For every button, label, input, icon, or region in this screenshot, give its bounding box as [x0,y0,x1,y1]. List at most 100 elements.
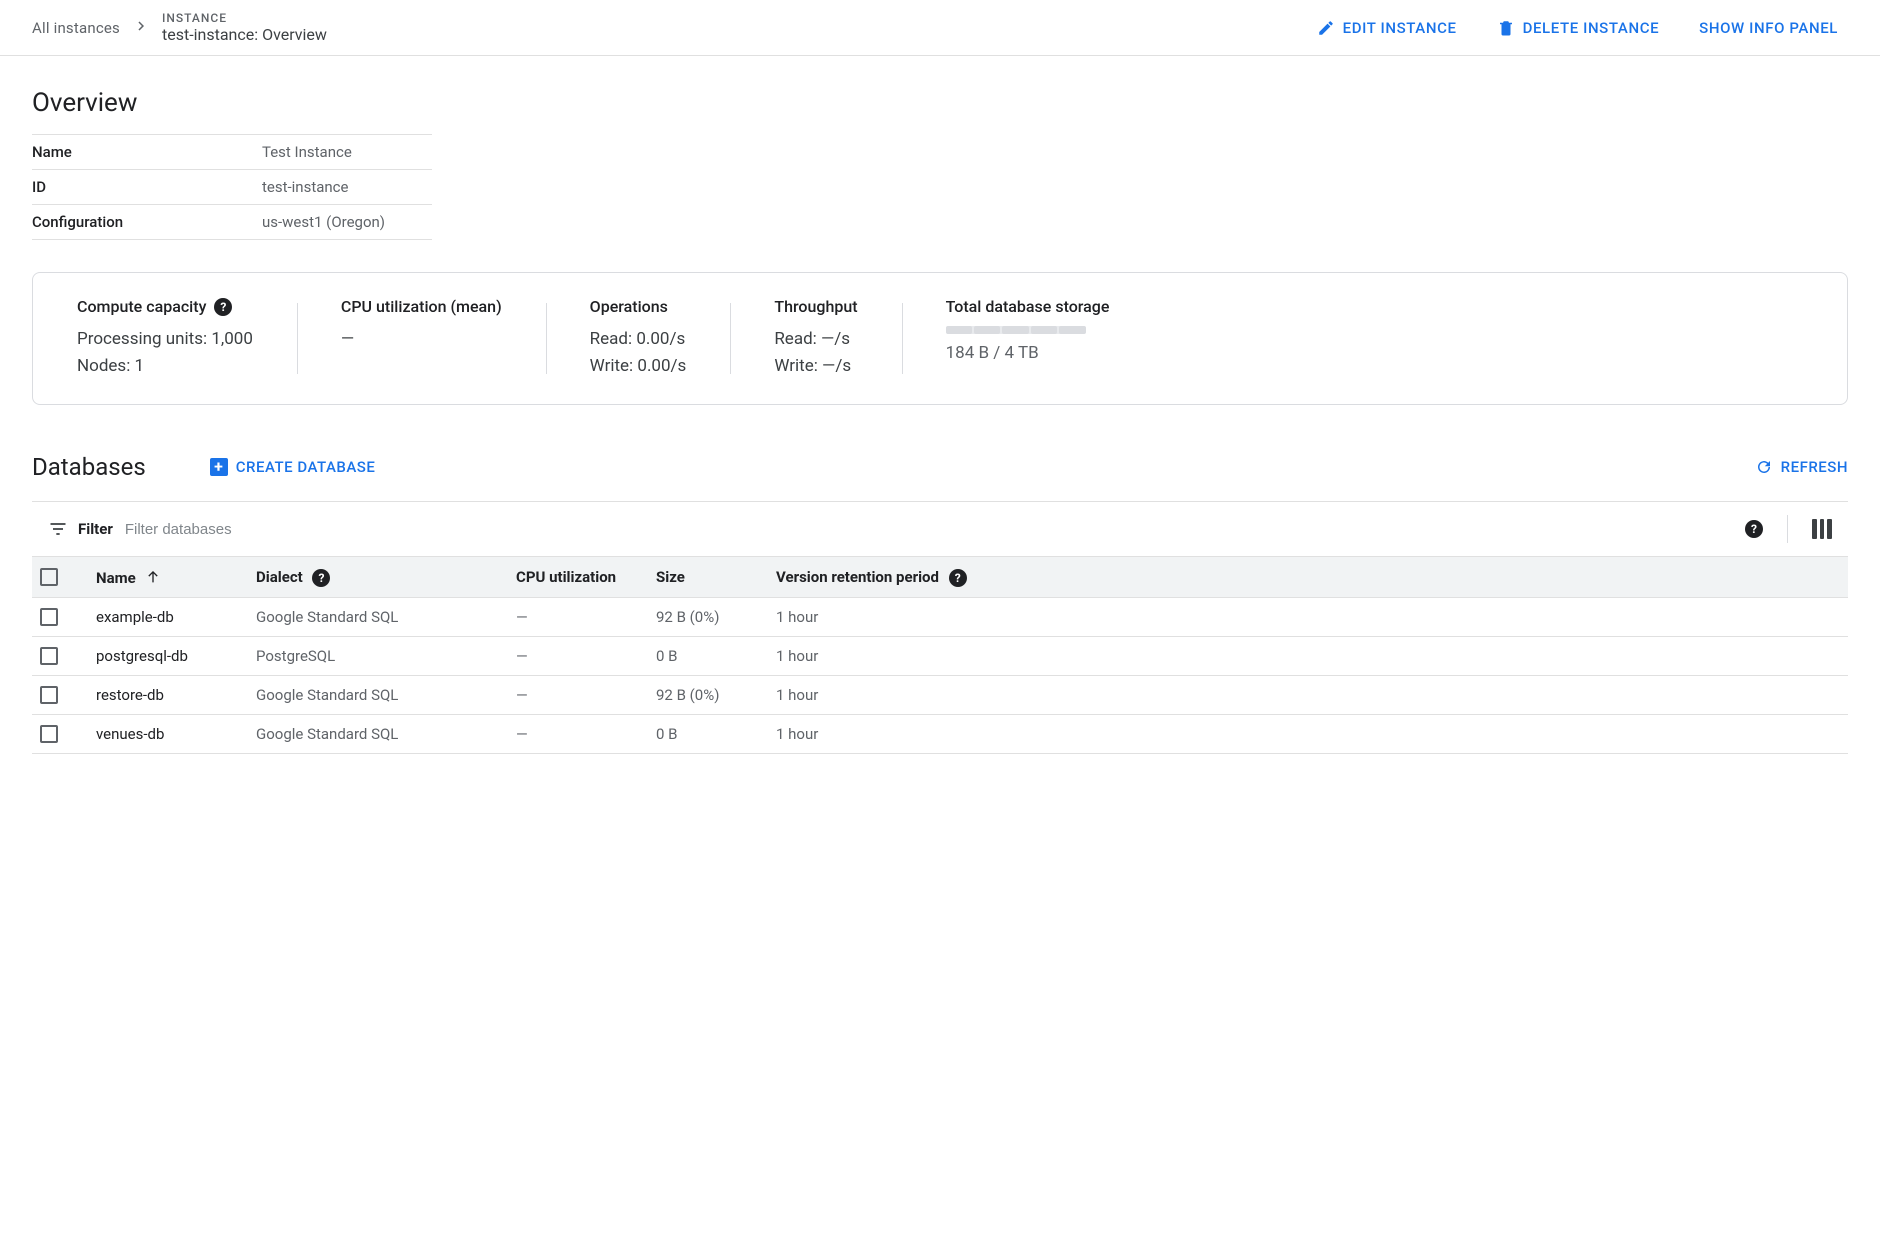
db-size: 0 B [648,637,768,676]
table-row[interactable]: venues-dbGoogle Standard SQL—0 B1 hour [32,715,1848,754]
filter-icon [48,519,68,539]
db-retention: 1 hour [768,598,1848,637]
overview-name-value: Test Instance [262,135,432,170]
db-retention: 1 hour [768,676,1848,715]
db-cpu: — [508,637,648,676]
chevron-right-icon [120,17,162,39]
overview-config-label: Configuration [32,205,262,240]
db-size: 0 B [648,715,768,754]
db-cpu: — [508,598,648,637]
storage-bar [946,326,1086,334]
stat-storage: Total database storage 184 B / 4 TB [902,297,1847,380]
refresh-label: REFRESH [1781,458,1848,476]
create-database-label: CREATE DATABASE [236,458,376,476]
row-checkbox[interactable] [40,608,58,626]
sort-asc-icon [145,569,161,589]
overview-name-label: Name [32,135,262,170]
stat-compute-capacity: Compute capacity ? Processing units: 1,0… [33,297,297,380]
col-dialect-label: Dialect [256,568,303,586]
col-cpu-label: CPU utilization [516,568,616,586]
help-icon[interactable]: ? [949,569,967,587]
col-name-label: Name [96,569,136,587]
help-icon[interactable]: ? [214,298,232,316]
table-row[interactable]: restore-dbGoogle Standard SQL—92 B (0%)1… [32,676,1848,715]
db-size: 92 B (0%) [648,676,768,715]
create-database-button[interactable]: + CREATE DATABASE [210,458,376,476]
overview-id-value: test-instance [262,170,432,205]
trash-icon [1497,19,1515,37]
filter-input[interactable] [123,520,423,539]
pencil-icon [1317,19,1335,37]
row-checkbox[interactable] [40,647,58,665]
stat-thr-read: Read: —/s [774,326,857,353]
row-checkbox[interactable] [40,725,58,743]
databases-table: Name Dialect ? CPU utilization Size Vers… [32,557,1848,754]
show-info-panel-label: SHOW INFO PANEL [1699,19,1838,37]
col-retention-label: Version retention period [776,568,939,586]
stat-thr-title: Throughput [774,297,857,316]
col-retention[interactable]: Version retention period ? [768,557,1848,598]
plus-icon: + [210,458,228,476]
stat-processing-units: Processing units: 1,000 [77,326,253,353]
help-icon[interactable]: ? [1745,520,1763,538]
overview-config-value: us-west1 (Oregon) [262,205,432,240]
db-dialect: PostgreSQL [248,637,508,676]
db-name[interactable]: example-db [88,598,248,637]
db-dialect: Google Standard SQL [248,598,508,637]
col-name[interactable]: Name [88,557,248,598]
stat-throughput: Throughput Read: —/s Write: —/s [730,297,901,380]
row-checkbox[interactable] [40,686,58,704]
db-retention: 1 hour [768,715,1848,754]
col-cpu[interactable]: CPU utilization [508,557,648,598]
stat-operations: Operations Read: 0.00/s Write: 0.00/s [546,297,731,380]
page-title: Overview [32,88,1848,118]
databases-heading: Databases [32,453,146,481]
db-size: 92 B (0%) [648,598,768,637]
col-dialect[interactable]: Dialect ? [248,557,508,598]
db-name[interactable]: postgresql-db [88,637,248,676]
overview-table: Name Test Instance ID test-instance Conf… [32,134,432,240]
stat-cpu-value: — [341,329,354,349]
stat-cpu-utilization: CPU utilization (mean) — [297,297,546,380]
delete-instance-label: DELETE INSTANCE [1523,19,1660,37]
stat-ops-title: Operations [590,297,668,316]
db-cpu: — [508,715,648,754]
show-info-panel-button[interactable]: SHOW INFO PANEL [1689,11,1848,45]
stat-compute-title: Compute capacity [77,297,206,316]
stat-storage-title: Total database storage [946,297,1110,316]
stat-ops-read: Read: 0.00/s [590,326,687,353]
breadcrumb-title: test-instance: Overview [162,25,327,44]
breadcrumb-eyebrow: INSTANCE [162,11,327,25]
stat-thr-write: Write: —/s [774,353,857,380]
col-size[interactable]: Size [648,557,768,598]
overview-id-label: ID [32,170,262,205]
refresh-button[interactable]: REFRESH [1755,458,1848,476]
help-icon[interactable]: ? [312,569,330,587]
breadcrumb-current: INSTANCE test-instance: Overview [162,11,327,45]
db-cpu: — [508,676,648,715]
stat-cpu-title: CPU utilization (mean) [341,297,502,316]
col-size-label: Size [656,568,685,586]
delete-instance-button[interactable]: DELETE INSTANCE [1487,11,1670,45]
page-content: Overview Name Test Instance ID test-inst… [0,56,1880,794]
stat-storage-value: 184 B / 4 TB [946,340,1803,367]
edit-instance-button[interactable]: EDIT INSTANCE [1307,11,1467,45]
select-all-checkbox[interactable] [40,568,58,586]
stat-ops-write: Write: 0.00/s [590,353,687,380]
column-picker-icon[interactable] [1812,519,1832,539]
filter-label: Filter [78,520,113,538]
databases-header: Databases + CREATE DATABASE REFRESH [32,453,1848,481]
refresh-icon [1755,458,1773,476]
breadcrumb-root[interactable]: All instances [32,19,120,37]
db-retention: 1 hour [768,637,1848,676]
stat-nodes: Nodes: 1 [77,353,253,380]
filter-bar: Filter ? [32,501,1848,557]
table-row[interactable]: example-dbGoogle Standard SQL—92 B (0%)1… [32,598,1848,637]
db-name[interactable]: venues-db [88,715,248,754]
edit-instance-label: EDIT INSTANCE [1343,19,1457,37]
separator [1787,515,1788,543]
db-name[interactable]: restore-db [88,676,248,715]
stats-card: Compute capacity ? Processing units: 1,0… [32,272,1848,405]
db-dialect: Google Standard SQL [248,715,508,754]
table-row[interactable]: postgresql-dbPostgreSQL—0 B1 hour [32,637,1848,676]
